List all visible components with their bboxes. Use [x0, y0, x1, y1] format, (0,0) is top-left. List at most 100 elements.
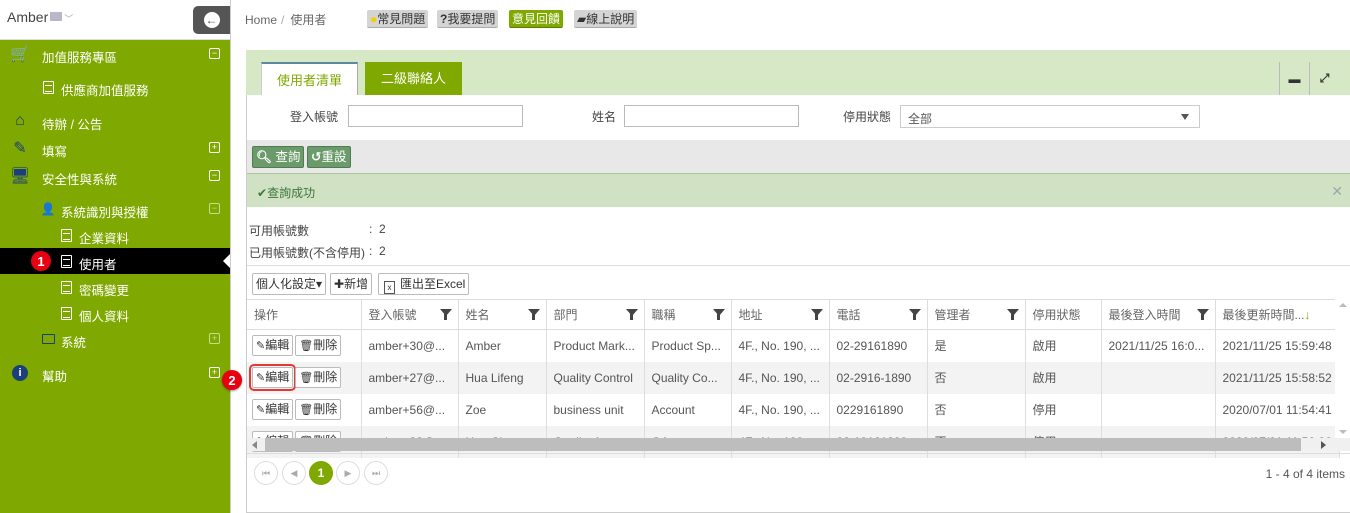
collapse-toggle-icon[interactable]: − — [209, 48, 220, 59]
col-header-phone[interactable]: 電話 — [829, 299, 928, 330]
filter-icon[interactable] — [439, 309, 452, 320]
sidebar-item-system[interactable]: 系統 + — [0, 326, 230, 352]
annotation-badge-1: 1 — [31, 251, 51, 271]
user-menu[interactable]: Amber ﹀ — [7, 9, 73, 25]
available-accounts: 可用帳號數: 2 — [249, 222, 386, 238]
horizontal-scrollbar[interactable] — [247, 438, 1350, 451]
sidebar-item-label: 填寫 — [42, 145, 68, 159]
status-select[interactable]: 全部 — [900, 105, 1200, 128]
filter-icon[interactable] — [1196, 309, 1209, 320]
filter-icon[interactable] — [810, 309, 823, 320]
page-1-button[interactable]: 1 — [309, 461, 333, 485]
edit-icon: ✎ — [256, 404, 266, 416]
sidebar-item-password[interactable]: 密碼變更 — [0, 274, 230, 300]
tab-secondary-contacts[interactable]: 二級聯絡人 — [365, 62, 462, 95]
cell-dept: Quality Control — [546, 361, 645, 394]
personalize-button[interactable]: 個人化設定▾ — [252, 273, 327, 295]
edit-button[interactable]: ✎編輯 — [252, 335, 294, 357]
sidebar-item-todo[interactable]: ⌂ 待辦 / 公告 — [0, 108, 230, 134]
book-icon: ▰ — [577, 12, 587, 26]
sidebar-item-company[interactable]: 企業資料 — [0, 222, 230, 248]
expand-toggle-icon[interactable]: + — [209, 142, 220, 153]
trash-icon: 🗑 — [299, 404, 314, 416]
minimize-icon[interactable]: ▬ — [1279, 62, 1309, 95]
close-icon[interactable]: ✕ — [1331, 183, 1343, 200]
sidebar-item-profile[interactable]: 個人資料 — [0, 300, 230, 326]
info-icon: i — [10, 364, 30, 382]
prev-page-button[interactable]: ◀ — [282, 461, 306, 485]
cell-phone: 02-2916-1890 — [829, 361, 928, 394]
sidebar-item-label: 供應商加值服務 — [61, 84, 149, 98]
edit-button[interactable]: ✎編輯 — [248, 364, 297, 391]
last-page-button[interactable]: ⏭ — [364, 461, 388, 485]
add-button[interactable]: ✚新增 — [330, 273, 373, 295]
folder-icon — [38, 330, 58, 348]
col-header-status[interactable]: 停用狀態 — [1025, 299, 1102, 330]
collapse-toggle-icon[interactable]: − — [209, 170, 220, 181]
plus-icon: ✚ — [334, 277, 345, 291]
col-header-title[interactable]: 職稱 — [644, 299, 732, 330]
table-header-row: 操作 登入帳號 姓名 部門 職稱 地址 電話 管理者 停用狀態 最後登入時間 最 — [247, 299, 1340, 330]
filter-icon[interactable] — [1006, 309, 1019, 320]
delete-button[interactable]: 🗑刪除 — [295, 335, 342, 357]
scroll-up-icon[interactable] — [1339, 303, 1347, 307]
ask-question-button[interactable]: ?我要提問 — [437, 10, 499, 28]
feedback-button[interactable]: 意見回饋 — [509, 10, 564, 28]
cell-dept: business unit — [546, 393, 645, 426]
filter-icon[interactable] — [527, 309, 540, 320]
scroll-left-icon[interactable] — [252, 441, 257, 449]
query-button[interactable]: 🔍︎ 查詢 — [252, 146, 305, 168]
edit-button[interactable]: ✎編輯 — [252, 399, 294, 420]
expand-toggle-icon[interactable]: + — [209, 367, 220, 378]
cell-last-login: 2021/11/25 16:0... — [1101, 329, 1216, 362]
breadcrumb-home[interactable]: Home — [245, 13, 277, 27]
scroll-down-icon[interactable] — [1339, 430, 1347, 434]
col-header-dept[interactable]: 部門 — [546, 299, 645, 330]
online-help-button[interactable]: ▰線上說明 — [574, 10, 638, 28]
sidebar-item-security[interactable]: 🖥 安全性與系統 − — [0, 163, 230, 189]
sidebar-item-label: 安全性與系統 — [42, 173, 118, 187]
next-page-button[interactable]: ▶ — [336, 461, 360, 485]
annotation-badge-2: 2 — [222, 370, 242, 390]
col-header-actions: 操作 — [247, 299, 362, 330]
faq-button[interactable]: ●常見問題 — [367, 10, 429, 28]
row-actions: ✎編輯🗑刪除 — [247, 361, 362, 394]
sidebar-item-supplier-services[interactable]: 供應商加值服務 — [0, 74, 230, 100]
col-header-address[interactable]: 地址 — [731, 299, 830, 330]
export-excel-button[interactable]: x 匯出至Excel — [378, 273, 470, 295]
tab-user-list[interactable]: 使用者清單 — [261, 62, 358, 95]
chevron-down-icon: ﹀ — [64, 14, 74, 24]
account-input[interactable] — [348, 105, 523, 127]
trash-icon: 🗑 — [299, 372, 314, 384]
sidebar-item-help[interactable]: i 幫助 + — [0, 360, 230, 386]
filter-icon[interactable] — [625, 309, 638, 320]
delete-button[interactable]: 🗑刪除 — [295, 399, 342, 420]
expand-icon[interactable]: ⤢ — [1309, 62, 1339, 95]
expand-toggle-icon[interactable]: + — [209, 333, 220, 344]
sidebar-item-auth[interactable]: 👤 系統識別與授權 − — [0, 196, 230, 222]
collapse-toggle-icon[interactable]: − — [209, 203, 220, 214]
scroll-right-icon[interactable] — [1321, 441, 1326, 449]
cell-title: Quality Co... — [644, 361, 732, 394]
vertical-scrollbar[interactable] — [1335, 299, 1350, 438]
delete-button[interactable]: 🗑刪除 — [295, 367, 342, 388]
filter-icon[interactable] — [712, 309, 725, 320]
first-page-button[interactable]: ⏮ — [254, 461, 278, 485]
breadcrumb-current: 使用者 — [290, 13, 327, 27]
sidebar-item-value-added[interactable]: 🛒 加值服務專區 − — [0, 41, 230, 67]
table-row: ✎編輯 🗑刪除 amber+30@... Amber Product Mark... Pr… — [247, 329, 1340, 362]
sidebar-collapse-button[interactable]: ← — [193, 6, 230, 34]
col-header-last-login[interactable]: 最後登入時間 — [1101, 299, 1216, 330]
sidebar-item-label: 待辦 / 公告 — [42, 118, 103, 132]
scrollbar-thumb[interactable] — [265, 438, 1301, 451]
filter-icon[interactable] — [908, 309, 921, 320]
main-content: Home / 使用者 ●常見問題 ?我要提問 意見回饋 ▰線上說明 使用者清單 二級… — [230, 0, 1350, 513]
name-input[interactable] — [624, 105, 799, 127]
document-icon — [38, 78, 58, 96]
sidebar-item-fill[interactable]: ✎ 填寫 + — [0, 135, 230, 161]
reset-button[interactable]: ↺重設 — [307, 146, 351, 168]
col-header-account[interactable]: 登入帳號 — [361, 299, 459, 330]
col-header-last-update[interactable]: 最後更新時間...↓ — [1215, 299, 1340, 330]
col-header-name[interactable]: 姓名 — [458, 299, 547, 330]
col-header-admin[interactable]: 管理者 — [927, 299, 1026, 330]
